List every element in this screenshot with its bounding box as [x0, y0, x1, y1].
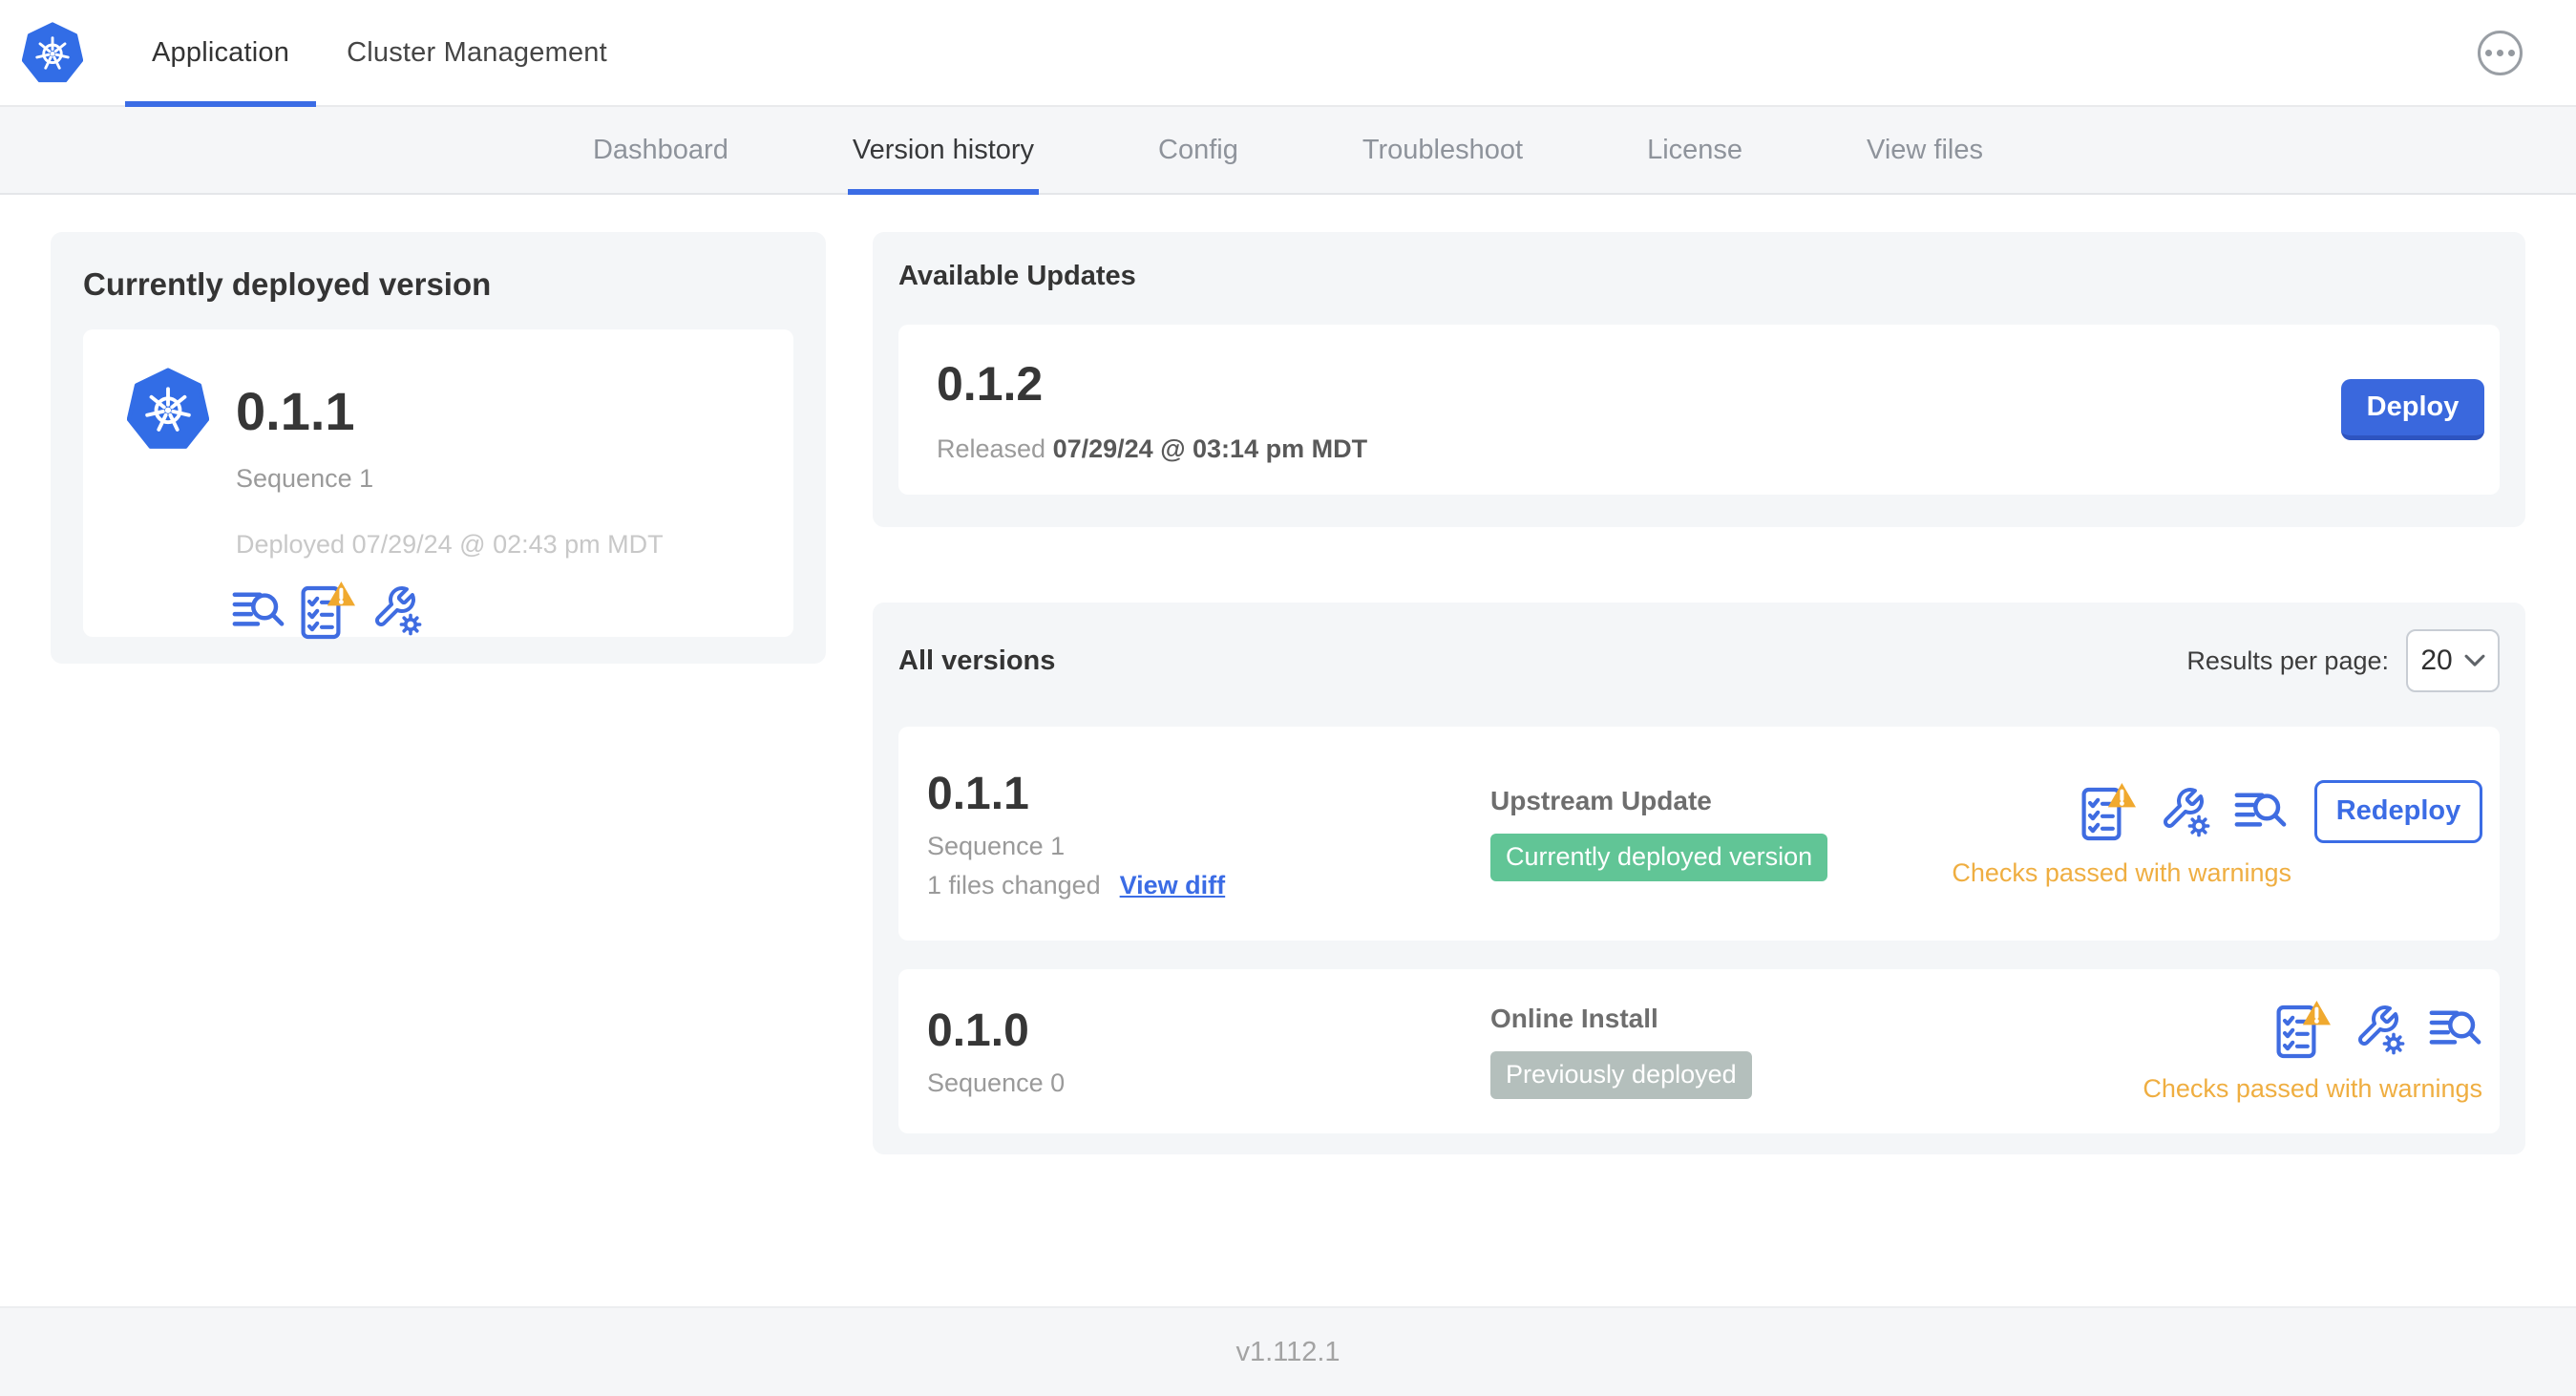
chevron-down-icon [2464, 654, 2485, 667]
tab-label: View files [1867, 134, 1984, 165]
files-changed: 1 files changed [927, 870, 1101, 899]
tab-label: Troubleshoot [1362, 134, 1524, 165]
config-wrench-icon[interactable] [2160, 786, 2211, 837]
currently-deployed-card: Currently deployed version 0.1.1 Sequenc… [51, 232, 826, 664]
results-per-page-label: Results per page: [2186, 645, 2389, 675]
header-tab-application[interactable]: Application [123, 0, 318, 107]
tab-label: License [1647, 134, 1743, 165]
all-versions-title: All versions [898, 645, 1056, 676]
config-wrench-icon[interactable] [371, 584, 423, 636]
released-label: Released [937, 434, 1046, 463]
version-source: Upstream Update [1490, 786, 1712, 815]
version-row-0-1-0: 0.1.0 Sequence 0 Online Install Previous… [898, 969, 2500, 1133]
preflight-checks-warning-icon[interactable] [301, 581, 356, 640]
available-updates-card: Available Updates 0.1.2 Released 07/29/2… [873, 232, 2525, 527]
status-badge: Currently deployed version [1490, 834, 1828, 881]
header-tab-cluster-management[interactable]: Cluster Management [318, 0, 636, 105]
config-wrench-icon[interactable] [2354, 1004, 2406, 1055]
tab-config[interactable]: Config [1096, 107, 1300, 193]
tab-label: Version history [852, 134, 1035, 165]
version-sequence: Sequence 0 [927, 1068, 1066, 1097]
version-info: 0.1.0 Sequence 0 [927, 1005, 1490, 1098]
version-sequence: Sequence 1 [927, 831, 1066, 860]
preflight-checks-warning-icon[interactable] [2276, 1000, 2332, 1059]
deployed-version-panel: 0.1.1 Sequence 1 Deployed 07/29/24 @ 02:… [83, 329, 793, 637]
version-info: 0.1.1 Sequence 1 1 files changed View di… [927, 768, 1490, 900]
released-timestamp: 07/29/24 @ 03:14 pm MDT [1052, 434, 1368, 463]
kubernetes-logo [22, 20, 83, 85]
version-source-block: Upstream Update Currently deployed versi… [1490, 786, 1952, 881]
admin-console-page: Application Cluster Management Dashboard… [0, 0, 2576, 1396]
tab-dashboard[interactable]: Dashboard [531, 107, 791, 193]
page-footer: v1.112.1 [0, 1306, 2576, 1396]
results-per-page-value: 20 [2420, 645, 2453, 676]
status-badge: Previously deployed [1490, 1051, 1752, 1099]
tab-version-history[interactable]: Version history [791, 107, 1096, 195]
preflight-checks-warning-icon[interactable] [2081, 782, 2137, 841]
version-number: 0.1.0 [927, 1005, 1029, 1056]
version-actions-block: Checks passed with warnings [2143, 1000, 2482, 1104]
currently-deployed-title: Currently deployed version [83, 266, 492, 302]
all-versions-card: All versions Results per page: 20 0.1.1 … [873, 603, 2525, 1154]
deploy-button[interactable]: Deploy [2341, 379, 2484, 440]
preflight-status-text: Checks passed with warnings [1952, 857, 2291, 887]
tab-label: Dashboard [592, 134, 728, 165]
top-header: Application Cluster Management [0, 0, 2576, 107]
version-actions-block: Redeploy Checks passed with warnings [1952, 779, 2482, 888]
header-tab-label: Cluster Management [347, 36, 607, 68]
logs-search-icon[interactable] [232, 588, 285, 633]
deployed-sequence: Sequence 1 [236, 464, 374, 493]
update-version-number: 0.1.2 [937, 356, 1044, 411]
deployed-timestamp: Deployed 07/29/24 @ 02:43 pm MDT [236, 530, 664, 559]
available-updates-title: Available Updates [898, 261, 1136, 291]
tab-view-files[interactable]: View files [1805, 107, 2045, 193]
logs-search-icon[interactable] [2234, 789, 2288, 834]
version-number: 0.1.1 [927, 768, 1029, 819]
logs-search-icon[interactable] [2429, 1006, 2482, 1051]
deployed-version-number: 0.1.1 [236, 381, 355, 441]
main-content: Currently deployed version 0.1.1 Sequenc… [0, 195, 2576, 1306]
update-released-line: Released 07/29/24 @ 03:14 pm MDT [937, 434, 1367, 464]
tab-label: Config [1158, 134, 1238, 165]
results-per-page: Results per page: 20 [2186, 629, 2500, 692]
tab-license[interactable]: License [1585, 107, 1805, 193]
console-version: v1.112.1 [1235, 1336, 1341, 1367]
tab-troubleshoot[interactable]: Troubleshoot [1300, 107, 1585, 193]
app-subnav: Dashboard Version history Config Trouble… [0, 107, 2576, 195]
version-source: Online Install [1490, 1004, 1658, 1033]
header-tab-label: Application [152, 36, 290, 68]
ellipsis-menu-icon[interactable] [2478, 30, 2523, 75]
version-row-0-1-1: 0.1.1 Sequence 1 1 files changed View di… [898, 727, 2500, 941]
update-row: 0.1.2 Released 07/29/24 @ 03:14 pm MDT D… [898, 325, 2500, 495]
preflight-status-text: Checks passed with warnings [2143, 1073, 2482, 1103]
deployed-actions [232, 581, 793, 640]
view-diff-link[interactable]: View diff [1120, 871, 1226, 900]
redeploy-button[interactable]: Redeploy [2314, 779, 2482, 843]
kubernetes-app-icon [127, 366, 209, 456]
version-source-block: Online Install Previously deployed [1490, 1004, 2143, 1099]
results-per-page-select[interactable]: 20 [2406, 629, 2500, 692]
